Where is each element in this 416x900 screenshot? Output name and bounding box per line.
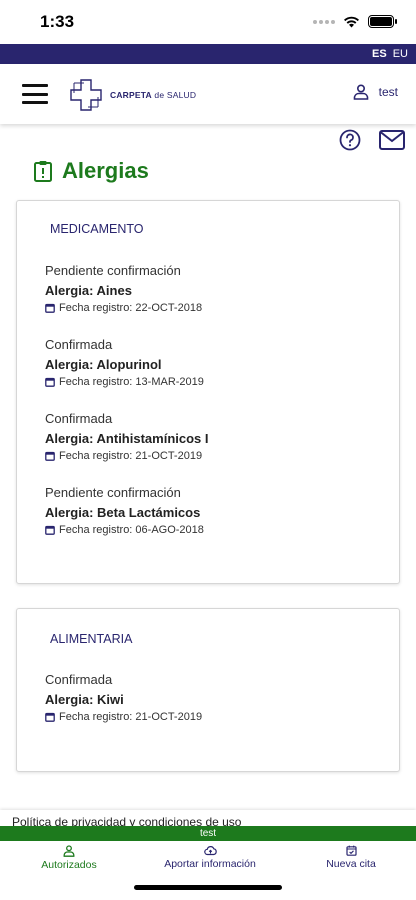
environment-banner: test — [0, 826, 416, 841]
allergy-date-row: Fecha registro: 13-MAR-2019 — [45, 375, 204, 389]
tab-label: Autorizados — [41, 859, 97, 871]
allergy-name: Alergia: Kiwi — [45, 692, 124, 707]
cloud-upload-icon — [203, 846, 217, 856]
bottom-tab-bar: Autorizados Aportar información Nueva ci… — [0, 841, 416, 900]
signal-icon — [313, 19, 335, 24]
privacy-footer: Política de privacidad y condiciones de … — [0, 810, 416, 826]
calendar-icon — [45, 377, 55, 387]
tab-nueva-cita[interactable]: Nueva cita — [320, 845, 382, 870]
language-option-eu[interactable]: EU — [393, 48, 408, 60]
allergy-item[interactable]: Confirmada Alergia: Alopurinol Fecha reg… — [45, 337, 204, 389]
status-bar: 1:33 — [0, 0, 416, 44]
privacy-link[interactable]: Política de privacidad y condiciones de … — [12, 815, 241, 826]
allergy-status: Pendiente confirmación — [45, 263, 181, 278]
app-logo[interactable]: CARPETA de SALUD — [70, 79, 196, 111]
logo-secondary: de SALUD — [154, 90, 197, 100]
status-icons — [313, 15, 397, 28]
allergy-name: Alergia: Alopurinol — [45, 357, 162, 372]
allergy-date: Fecha registro: 22-OCT-2018 — [59, 302, 203, 314]
allergy-name: Alergia: Beta Lactámicos — [45, 505, 201, 520]
allergy-date: Fecha registro: 06-AGO-2018 — [59, 524, 204, 536]
allergy-date-row: Fecha registro: 21-OCT-2019 — [45, 449, 209, 463]
wifi-icon — [344, 16, 359, 27]
allergy-item[interactable]: Confirmada Alergia: Kiwi Fecha registro:… — [45, 672, 202, 724]
section-card-medicamento: MEDICAMENTO Pendiente confirmación Alerg… — [16, 200, 400, 584]
tab-autorizados[interactable]: Autorizados — [38, 845, 100, 871]
allergy-date-row: Fecha registro: 22-OCT-2018 — [45, 301, 202, 315]
app-header: CARPETA de SALUD test — [0, 64, 416, 124]
allergy-name: Alergia: Antihistamínicos I — [45, 431, 209, 446]
section-heading: ALIMENTARIA — [50, 632, 133, 646]
user-name: test — [378, 85, 398, 99]
calendar-check-icon — [345, 845, 357, 856]
allergy-status: Confirmada — [45, 672, 113, 687]
home-indicator — [134, 885, 282, 890]
tab-label: Nueva cita — [326, 858, 376, 870]
menu-button[interactable] — [22, 84, 48, 104]
tab-label: Aportar información — [164, 858, 256, 870]
carpeta-salud-logo-icon — [70, 79, 102, 111]
person-icon — [63, 845, 75, 857]
language-option-es[interactable]: ES — [372, 48, 387, 60]
clipboard-alert-icon — [34, 161, 52, 182]
allergy-item[interactable]: Confirmada Alergia: Antihistamínicos I F… — [45, 411, 209, 463]
allergy-status: Pendiente confirmación — [45, 485, 181, 500]
allergy-item[interactable]: Pendiente confirmación Alergia: Beta Lac… — [45, 485, 204, 537]
allergy-item[interactable]: Pendiente confirmación Alergia: Aines Fe… — [45, 263, 202, 315]
tab-aportar-informacion[interactable]: Aportar información — [160, 845, 260, 870]
user-icon — [353, 84, 368, 100]
user-menu[interactable]: test — [353, 84, 398, 100]
battery-icon — [368, 15, 397, 28]
logo-text: CARPETA de SALUD — [110, 90, 196, 100]
calendar-icon — [45, 712, 55, 722]
allergy-date-row: Fecha registro: 06-AGO-2018 — [45, 523, 204, 537]
language-bar: ES EU — [0, 44, 416, 64]
help-icon[interactable] — [339, 129, 361, 151]
allergy-name: Alergia: Aines — [45, 283, 132, 298]
allergy-date: Fecha registro: 13-MAR-2019 — [59, 376, 204, 388]
section-card-alimentaria: ALIMENTARIA Confirmada Alergia: Kiwi Fec… — [16, 608, 400, 772]
calendar-icon — [45, 451, 55, 461]
allergy-date: Fecha registro: 21-OCT-2019 — [59, 711, 203, 723]
calendar-icon — [45, 525, 55, 535]
logo-primary: CARPETA — [110, 90, 152, 100]
calendar-icon — [45, 303, 55, 313]
allergy-date: Fecha registro: 21-OCT-2019 — [59, 450, 203, 462]
allergy-status: Confirmada — [45, 337, 113, 352]
allergy-date-row: Fecha registro: 21-OCT-2019 — [45, 710, 202, 724]
allergy-status: Confirmada — [45, 411, 113, 426]
section-heading: MEDICAMENTO — [50, 222, 144, 236]
status-time: 1:33 — [40, 12, 75, 31]
mail-icon[interactable] — [379, 130, 405, 150]
page-title: Alergias — [62, 158, 149, 183]
page-title-row: Alergias — [34, 158, 149, 184]
